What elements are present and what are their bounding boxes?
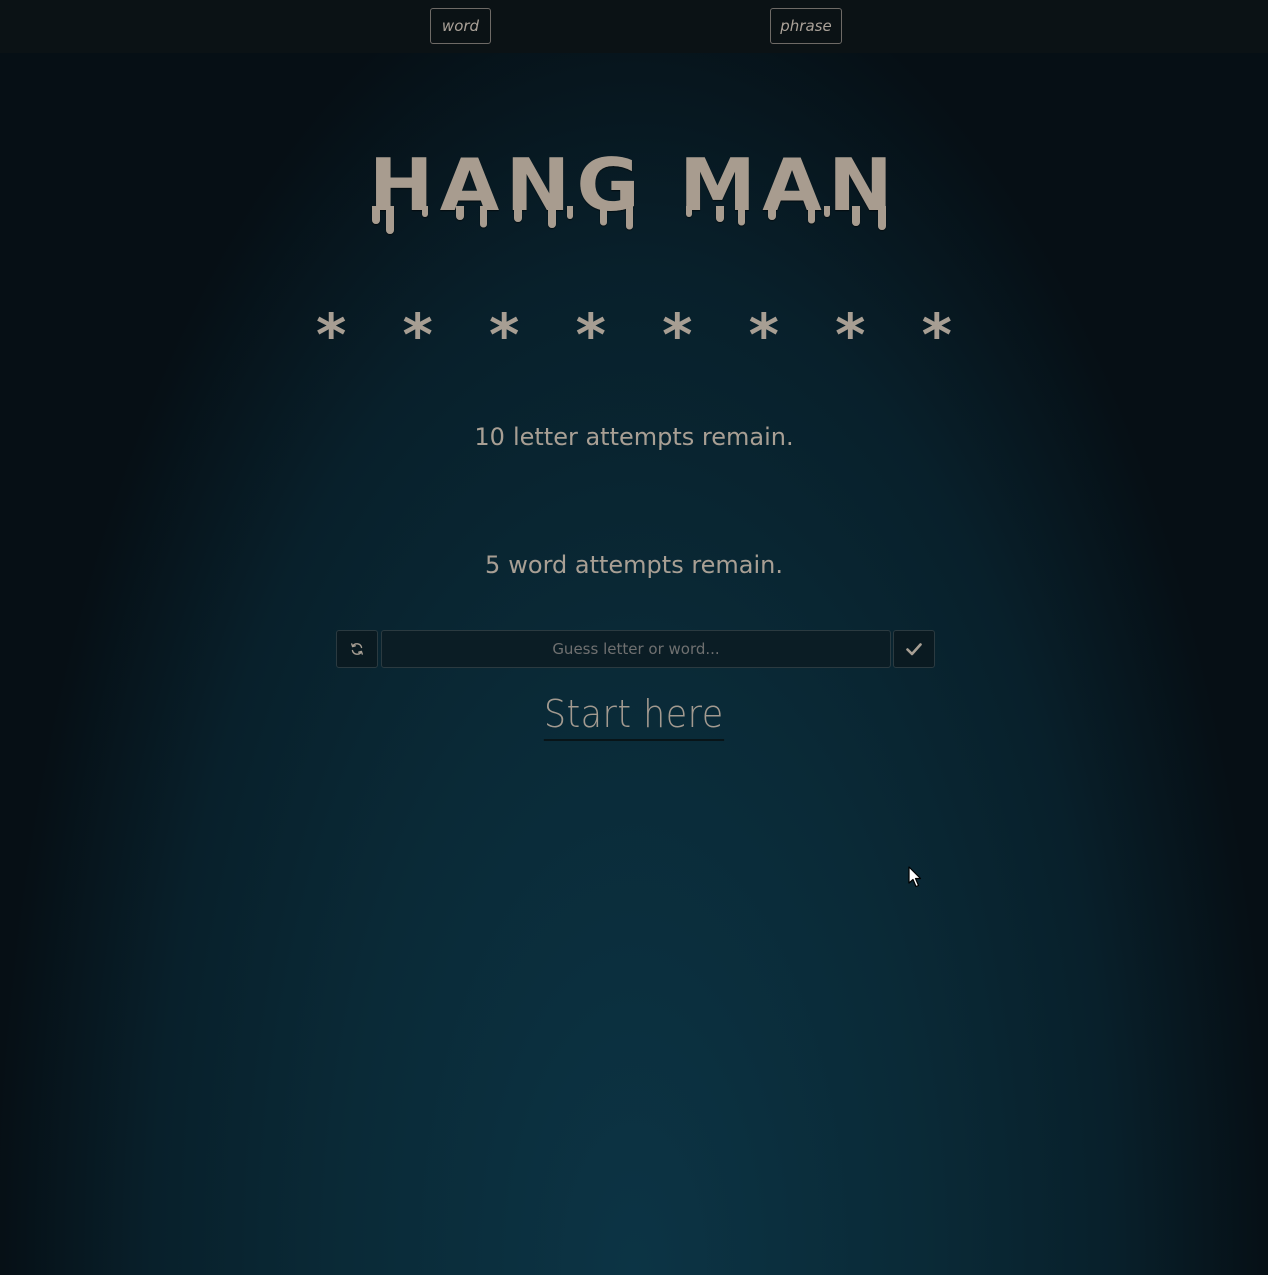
game-title-logo: HANG MAN [369, 143, 899, 234]
guess-input[interactable] [381, 630, 891, 668]
start-here-container: Start here [0, 690, 1268, 741]
start-here-link[interactable]: Start here [544, 690, 724, 741]
title-text: HANG MAN [369, 143, 899, 227]
letter-attempts-text: letter attempts remain. [512, 423, 794, 451]
masked-word: * * * * * * * * [316, 301, 970, 369]
word-mode-button[interactable]: word [430, 8, 491, 44]
letter-attempts-status: 10 letter attempts remain. [0, 423, 1268, 451]
word-attempts-count: 5 [484, 551, 501, 579]
mode-bar: word phrase [0, 0, 1268, 53]
phrase-mode-button[interactable]: phrase [770, 8, 842, 44]
word-attempts-status: 5 word attempts remain. [0, 551, 1268, 579]
word-attempts-text: word attempts remain. [508, 551, 784, 579]
submit-guess-button[interactable] [893, 630, 935, 668]
refresh-icon [351, 643, 363, 655]
mouse-cursor-icon [908, 866, 922, 888]
reset-button[interactable] [336, 630, 378, 668]
guess-form [336, 630, 936, 668]
checkmark-icon [906, 643, 922, 656]
letter-attempts-count: 10 [474, 423, 505, 451]
